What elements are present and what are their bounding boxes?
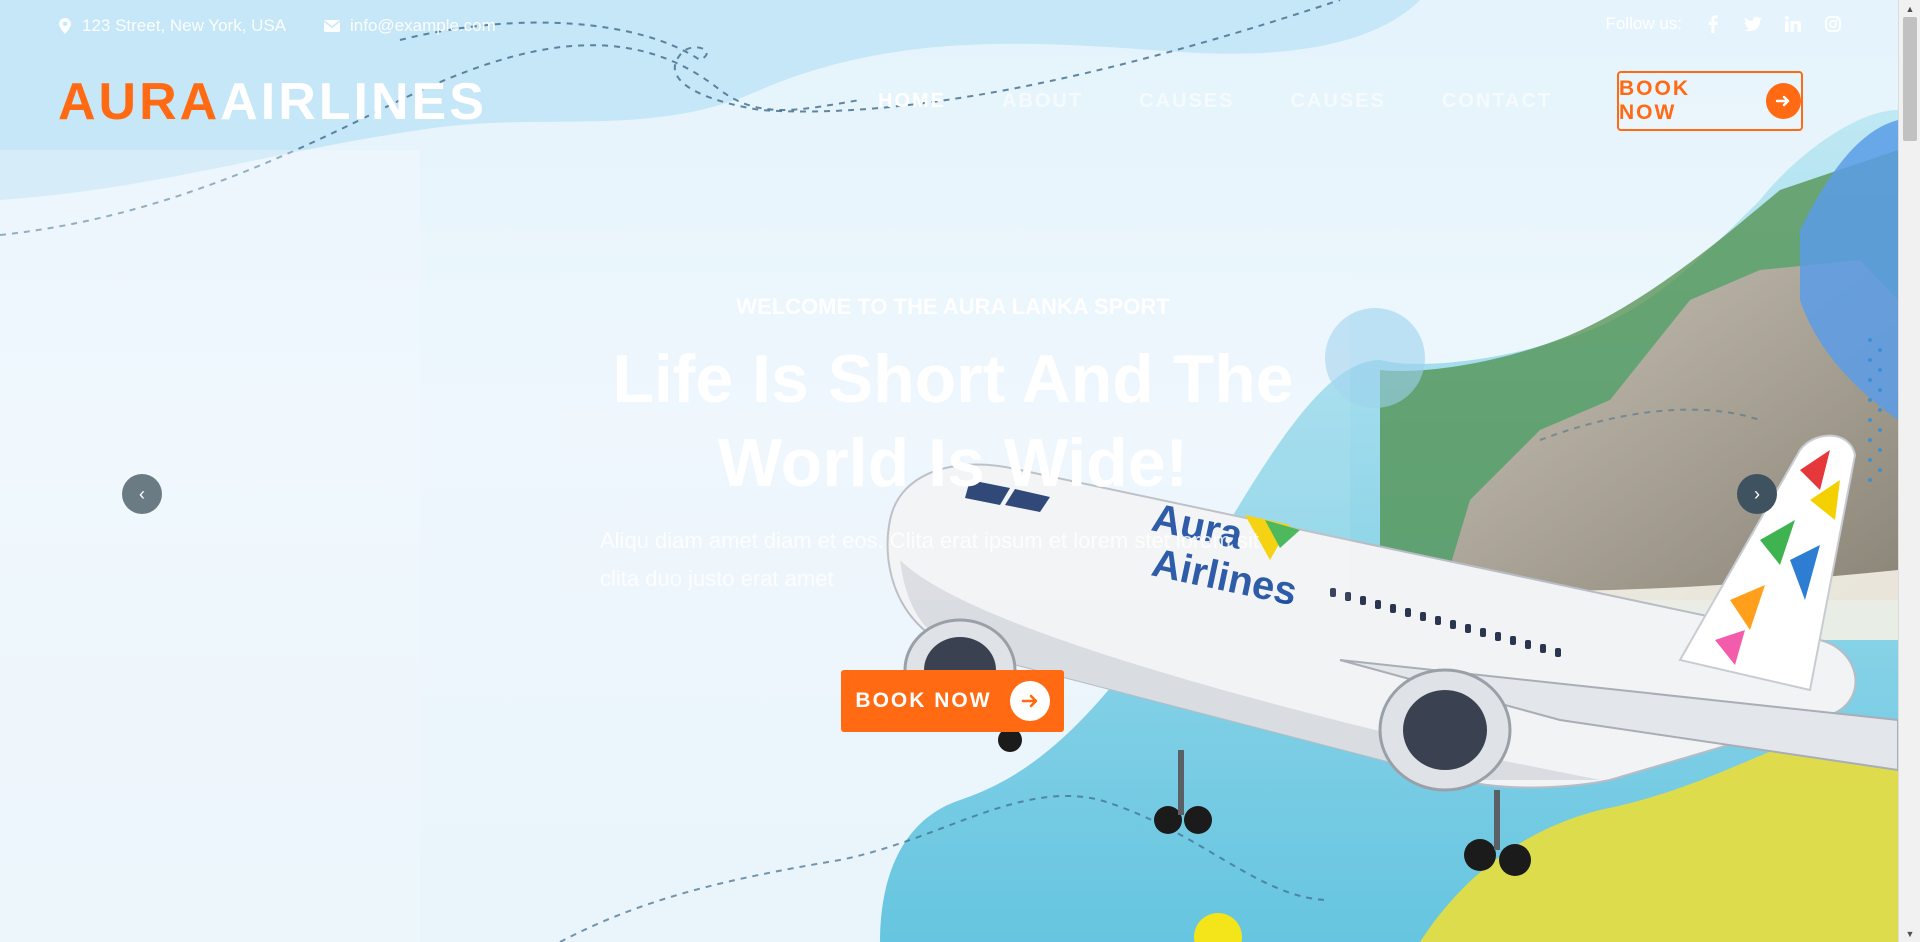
- hero-title: Life Is Short And The World Is Wide!: [612, 341, 1294, 501]
- arrow-right-icon: [1009, 681, 1050, 721]
- hero-book-now-label: BOOK NOW: [855, 689, 992, 712]
- logo-part-airlines: AIRLINES: [220, 73, 487, 131]
- vertical-scrollbar[interactable]: ▲ ▼: [1898, 0, 1920, 942]
- nav-item-contact[interactable]: CONTACT: [1442, 90, 1552, 113]
- carousel-next-button[interactable]: ›: [1737, 474, 1777, 514]
- hero-description: Aliqu diam amet diam et eos. Clita erat …: [600, 528, 1260, 591]
- scroll-down-arrow-icon[interactable]: ▼: [1899, 925, 1920, 942]
- address-text: 123 Street, New York, USA: [82, 16, 287, 35]
- page: Aura Airlines 123 Street, New York, USA …: [0, 0, 1898, 942]
- facebook-icon[interactable]: [1704, 15, 1722, 33]
- follow-label: Follow us:: [1605, 14, 1682, 33]
- nav-item-about[interactable]: ABOUT: [1002, 90, 1083, 113]
- location-pin-icon: [59, 18, 71, 34]
- instagram-icon[interactable]: [1824, 15, 1842, 33]
- header-book-now-button[interactable]: BOOK NOW: [1617, 71, 1803, 131]
- nav-item-home[interactable]: HOME: [878, 90, 946, 113]
- address-item: 123 Street, New York, USA: [58, 16, 286, 36]
- logo-part-aura: AURA: [58, 73, 221, 131]
- hero-subtitle: WELCOME TO THE AURA LANKA SPORT: [736, 294, 1170, 319]
- scrollbar-thumb[interactable]: [1903, 17, 1917, 141]
- top-info-bar: 123 Street, New York, USA info@example.c…: [0, 0, 1898, 56]
- site-logo[interactable]: AURAAIRLINES: [58, 74, 487, 130]
- email-item[interactable]: info@example.com: [324, 16, 496, 36]
- hero-book-now-button[interactable]: BOOK NOW: [841, 670, 1064, 732]
- nav-item-causes[interactable]: CAUSES: [1139, 90, 1234, 113]
- nav-item-causes-2[interactable]: CAUSES: [1290, 90, 1385, 113]
- carousel-prev-button[interactable]: ‹: [122, 474, 162, 514]
- social-links: Follow us:: [1605, 14, 1842, 34]
- header-book-now-label: BOOK NOW: [1619, 77, 1690, 124]
- main-nav: HOME ABOUT CAUSES CAUSES CONTACT: [878, 90, 1608, 113]
- arrow-right-icon: [1765, 83, 1801, 119]
- scroll-up-arrow-icon[interactable]: ▲: [1899, 0, 1920, 17]
- linkedin-icon[interactable]: [1784, 15, 1802, 33]
- email-text[interactable]: info@example.com: [350, 16, 496, 36]
- twitter-icon[interactable]: [1744, 15, 1762, 33]
- envelope-icon: [324, 20, 340, 32]
